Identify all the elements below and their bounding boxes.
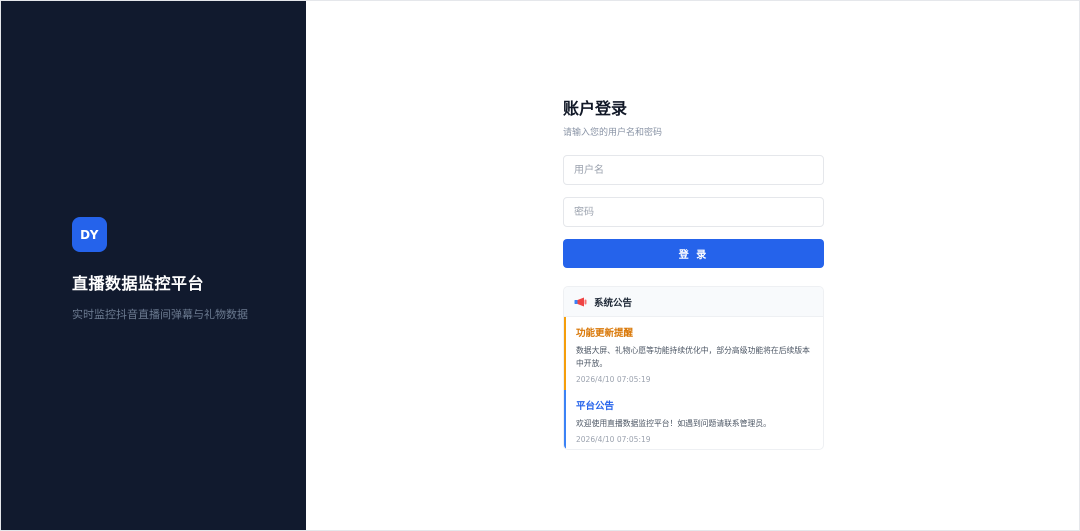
login-form: 账户登录 请输入您的用户名和密码 登 录 系统公告 功能更新提醒 数据大屏、礼物…	[563, 95, 824, 450]
brand-subtitle: 实时监控抖音直播间弹幕与礼物数据	[72, 308, 248, 321]
announcement-item: 功能更新提醒 数据大屏、礼物心愿等功能持续优化中，部分高级功能将在后续版本中开放…	[564, 317, 823, 390]
announcement-header: 系统公告	[564, 287, 823, 317]
login-button[interactable]: 登 录	[563, 239, 824, 268]
brand-panel: DY 直播数据监控平台 实时监控抖音直播间弹幕与礼物数据	[1, 1, 306, 530]
brand-title: 直播数据监控平台	[72, 274, 205, 293]
announcement-item-time: 2026/4/10 07:05:19	[576, 435, 651, 444]
announcement-item-title: 功能更新提醒	[576, 328, 634, 339]
login-title: 账户登录	[563, 99, 628, 118]
announcement-panel: 系统公告 功能更新提醒 数据大屏、礼物心愿等功能持续优化中，部分高级功能将在后续…	[563, 286, 824, 450]
announcement-title: 系统公告	[594, 297, 633, 309]
login-page: DY 直播数据监控平台 实时监控抖音直播间弹幕与礼物数据 账户登录 请输入您的用…	[0, 0, 1080, 531]
announcement-item: 平台公告 欢迎使用直播数据监控平台！如遇到问题请联系管理员。 2026/4/10…	[564, 390, 823, 449]
username-input[interactable]	[563, 155, 824, 185]
brand-block: DY 直播数据监控平台 实时监控抖音直播间弹幕与礼物数据	[72, 217, 248, 322]
announcement-item-time: 2026/4/10 07:05:19	[576, 375, 651, 384]
announcement-item-title: 平台公告	[576, 401, 615, 412]
password-input[interactable]	[563, 197, 824, 227]
brand-logo: DY	[72, 217, 107, 252]
login-subtitle: 请输入您的用户名和密码	[563, 128, 663, 138]
megaphone-icon	[574, 297, 587, 306]
announcement-item-body: 数据大屏、礼物心愿等功能持续优化中，部分高级功能将在后续版本中开放。	[576, 346, 810, 368]
announcement-item-body: 欢迎使用直播数据监控平台！如遇到问题请联系管理员。	[576, 419, 771, 428]
login-panel: 账户登录 请输入您的用户名和密码 登 录 系统公告 功能更新提醒 数据大屏、礼物…	[306, 1, 1079, 530]
